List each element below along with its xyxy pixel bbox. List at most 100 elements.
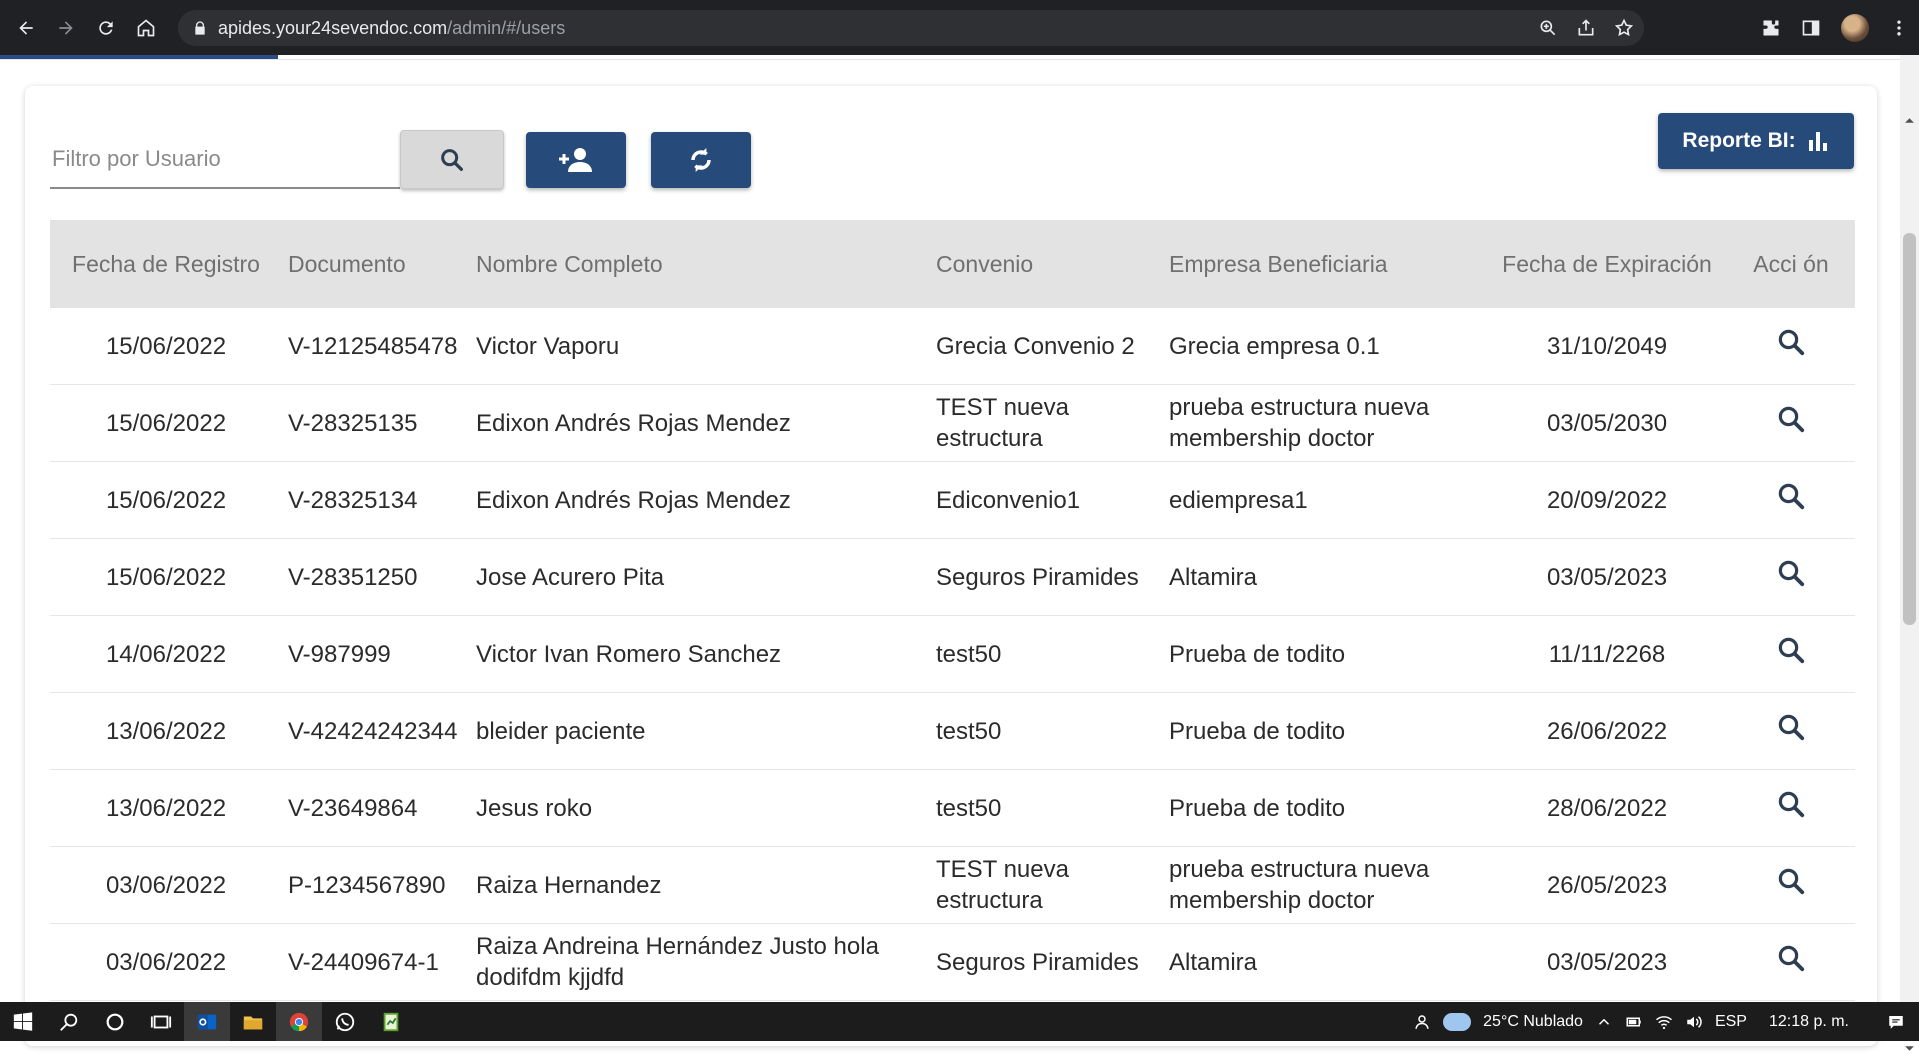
cell-documento: V-987999 <box>282 615 470 693</box>
cell-empresa-beneficiaria: Altamira <box>1163 923 1487 1001</box>
people-icon[interactable] <box>1413 1013 1431 1031</box>
cell-fecha-expiracion: 03/05/2023 <box>1487 923 1727 1001</box>
add-user-button[interactable] <box>526 132 626 188</box>
header-convenio[interactable]: Convenio <box>930 220 1163 308</box>
address-bar[interactable]: apides.your24sevendoc.com/admin/#/users <box>178 10 1644 46</box>
header-fecha-registro[interactable]: Fecha de Registro <box>50 220 282 308</box>
bookmark-star-icon[interactable] <box>1614 18 1634 38</box>
cell-fecha-registro: 03/06/2022 <box>50 846 282 924</box>
whatsapp-icon[interactable] <box>322 1002 368 1041</box>
user-filter-input[interactable] <box>50 138 394 180</box>
page-scrollbar[interactable] <box>1900 55 1919 1051</box>
volume-icon[interactable] <box>1685 1013 1703 1031</box>
cell-nombre-completo: Raiza Hernandez <box>470 846 930 924</box>
file-explorer-icon[interactable] <box>230 1002 276 1041</box>
cell-documento: P-1234567890 <box>282 846 470 924</box>
scroll-up-icon[interactable] <box>1904 115 1915 126</box>
cell-convenio: Ediconvenio1 <box>930 461 1163 539</box>
refresh-icon <box>691 148 711 172</box>
header-documento[interactable]: Documento <box>282 220 470 308</box>
cortana-icon[interactable] <box>92 1002 138 1041</box>
extensions-icon[interactable] <box>1761 18 1781 38</box>
spreadsheet-app-icon[interactable] <box>368 1002 414 1041</box>
table-row: 13/06/2022 V-42424242344 bleider paciente t… <box>50 692 1855 770</box>
report-bi-label: Reporte BI: <box>1682 129 1796 152</box>
cell-fecha-expiracion: 03/05/2030 <box>1487 384 1727 462</box>
zoom-icon[interactable] <box>1538 18 1558 38</box>
view-details-icon[interactable] <box>1776 327 1806 357</box>
reload-icon[interactable] <box>86 8 126 48</box>
table-row: 13/06/2022 V-23649864 Jesus roko test50 Prue… <box>50 769 1855 847</box>
cell-documento: V-12125485478 <box>282 308 470 385</box>
outlook-icon[interactable] <box>184 1002 230 1041</box>
cell-fecha-registro: 15/06/2022 <box>50 461 282 539</box>
cell-fecha-expiracion: 20/09/2022 <box>1487 461 1727 539</box>
taskbar-search-icon[interactable] <box>46 1002 92 1041</box>
tray-expand-icon[interactable] <box>1595 1013 1613 1031</box>
side-panel-icon[interactable] <box>1801 18 1821 38</box>
cell-documento: V-28325134 <box>282 461 470 539</box>
cell-accion <box>1727 769 1855 847</box>
view-details-icon[interactable] <box>1776 404 1806 434</box>
header-nombre-completo[interactable]: Nombre Completo <box>470 220 930 308</box>
cell-nombre-completo: Edixon Andrés Rojas Mendez <box>470 384 930 462</box>
windows-start-icon[interactable] <box>0 1002 46 1041</box>
view-details-icon[interactable] <box>1776 712 1806 742</box>
cell-documento: V-28325135 <box>282 384 470 462</box>
task-view-icon[interactable] <box>138 1002 184 1041</box>
search-icon <box>441 148 463 171</box>
table-row: 14/06/2022 V-987999 Victor Ivan Romero San… <box>50 615 1855 693</box>
search-button[interactable] <box>400 130 504 189</box>
share-icon[interactable] <box>1576 18 1596 38</box>
cell-convenio: TEST nueva estructura <box>930 846 1163 924</box>
windows-taskbar: 25°C Nublado ESP 12:18 p. m. <box>0 1002 1919 1041</box>
notifications-icon[interactable] <box>1887 1013 1905 1031</box>
wifi-icon[interactable] <box>1655 1013 1673 1031</box>
cell-nombre-completo: Jesus roko <box>470 769 930 847</box>
bar-chart-icon <box>1808 132 1827 151</box>
table-header-row: Fecha de Registro Documento Nombre Compl… <box>50 220 1855 308</box>
battery-icon[interactable] <box>1625 1013 1643 1031</box>
weather-icon[interactable] <box>1443 1012 1472 1031</box>
scroll-down-icon[interactable] <box>1904 1043 1915 1054</box>
view-details-icon[interactable] <box>1776 866 1806 896</box>
cell-documento: V-24409674-1 <box>282 923 470 1001</box>
cell-empresa-beneficiaria: Prueba de todito <box>1163 615 1487 693</box>
report-bi-button[interactable]: Reporte BI: <box>1658 113 1854 169</box>
cell-empresa-beneficiaria: ediempresa1 <box>1163 461 1487 539</box>
profile-avatar[interactable] <box>1841 14 1869 42</box>
refresh-button[interactable] <box>651 132 751 188</box>
cell-documento: V-42424242344 <box>282 692 470 770</box>
browser-menu-icon[interactable] <box>1889 18 1909 38</box>
view-details-icon[interactable] <box>1776 789 1806 819</box>
scroll-thumb[interactable] <box>1903 233 1916 625</box>
weather-text[interactable]: 25°C Nublado <box>1483 1013 1583 1031</box>
url-text: apides.your24sevendoc.com/admin/#/users <box>218 18 565 39</box>
header-accion: Acci ón <box>1727 220 1855 308</box>
language-indicator[interactable]: ESP <box>1715 1013 1747 1031</box>
clock[interactable]: 12:18 p. m. <box>1769 1013 1849 1031</box>
cell-fecha-registro: 13/06/2022 <box>50 692 282 770</box>
cell-nombre-completo: Edixon Andrés Rojas Mendez <box>470 461 930 539</box>
cell-nombre-completo: bleider paciente <box>470 692 930 770</box>
cell-convenio: Grecia Convenio 2 <box>930 308 1163 385</box>
header-fecha-expiracion[interactable]: Fecha de Expiración <box>1487 220 1727 308</box>
forward-icon[interactable] <box>46 8 86 48</box>
cell-fecha-registro: 15/06/2022 <box>50 384 282 462</box>
cell-empresa-beneficiaria: Prueba de todito <box>1163 692 1487 770</box>
back-icon[interactable] <box>6 8 46 48</box>
view-details-icon[interactable] <box>1776 558 1806 588</box>
cell-fecha-expiracion: 11/11/2268 <box>1487 615 1727 693</box>
home-icon[interactable] <box>126 8 166 48</box>
view-details-icon[interactable] <box>1776 943 1806 973</box>
lock-icon <box>195 21 205 35</box>
view-details-icon[interactable] <box>1776 635 1806 665</box>
cell-accion <box>1727 308 1855 385</box>
view-details-icon[interactable] <box>1776 481 1806 511</box>
chrome-icon[interactable] <box>276 1002 322 1041</box>
users-table-body: 15/06/2022 V-12125485478 Victor Vaporu Grec… <box>50 308 1855 1001</box>
table-row: 15/06/2022 V-28351250 Jose Acurero Pita Seg… <box>50 538 1855 616</box>
header-empresa-beneficiaria[interactable]: Empresa Beneficiaria <box>1163 220 1487 308</box>
cell-fecha-expiracion: 26/06/2022 <box>1487 692 1727 770</box>
cell-documento: V-28351250 <box>282 538 470 616</box>
